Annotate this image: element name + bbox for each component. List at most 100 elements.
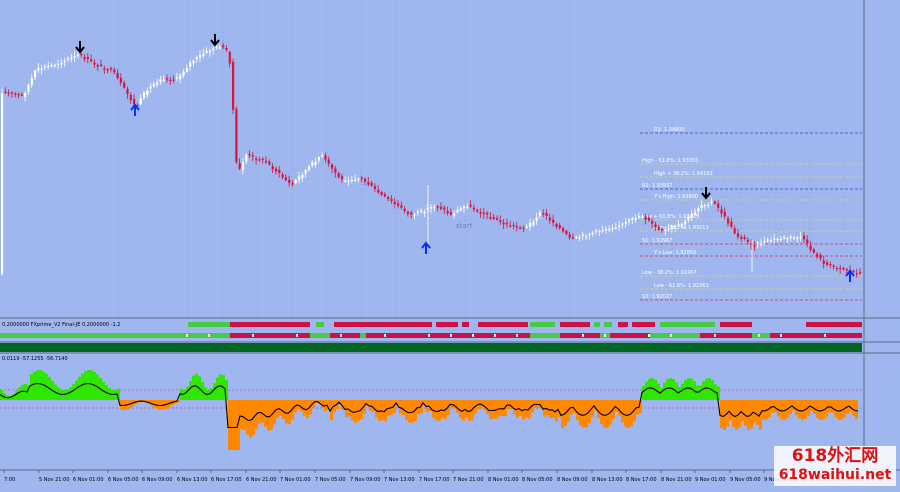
x-axis-label: 6 Nov 05:00 <box>108 477 139 483</box>
candle-body <box>340 176 344 180</box>
oscillator-bar <box>231 400 234 450</box>
oscillator-bar <box>18 387 21 400</box>
x-axis-label: 7 Nov 13:00 <box>384 477 415 483</box>
indicator-dot <box>340 334 342 337</box>
candle-body <box>347 180 350 182</box>
candle-body <box>60 63 63 65</box>
candle-body <box>281 174 284 178</box>
candle-body <box>535 217 538 222</box>
candle-body <box>502 222 505 225</box>
candle-body <box>604 229 608 231</box>
oscillator-bar <box>795 400 798 416</box>
candle-body <box>753 245 756 247</box>
candle-body <box>779 239 782 241</box>
candle-body <box>680 223 683 226</box>
candle-body <box>664 229 667 231</box>
candle-body <box>555 223 558 227</box>
candle-body <box>512 224 515 227</box>
indicator-dot <box>296 334 298 337</box>
candle-body <box>634 218 637 221</box>
x-axis-label: 8 Nov 21:00 <box>661 477 692 483</box>
oscillator-bar <box>684 380 687 400</box>
indicator-segment-red <box>334 322 432 327</box>
candle-body <box>822 260 825 264</box>
indicator-segment-red <box>366 333 470 338</box>
oscillator-bar <box>297 400 300 410</box>
candle-body <box>156 82 159 85</box>
oscillator-bar <box>369 400 372 411</box>
oscillator-bar <box>285 400 288 424</box>
candle-body <box>228 51 231 64</box>
candle-body <box>565 230 568 235</box>
indicator-segment-green <box>316 322 324 327</box>
candle-body <box>390 199 393 202</box>
candle-body <box>393 201 396 205</box>
candle-body <box>20 94 23 96</box>
candle-body <box>113 69 116 73</box>
indicator-dot <box>516 334 518 337</box>
oscillator-bar <box>375 400 378 418</box>
indicator-dot <box>208 334 210 337</box>
candle-body <box>7 92 10 94</box>
candle-body <box>558 225 561 229</box>
candle-body <box>387 196 390 200</box>
pivot-label: Low - 61.8%: 1.92363 <box>654 283 709 289</box>
pivot-label: High - 61.8%: 1.93355 <box>642 158 698 164</box>
candle-body <box>684 221 687 225</box>
candle-body <box>637 216 641 218</box>
oscillator-bar <box>408 400 411 423</box>
indicator-dot <box>604 334 606 337</box>
candle-body <box>245 155 248 162</box>
candle-body <box>806 239 809 244</box>
x-axis-label: 8 Nov 09:00 <box>557 477 588 483</box>
candle-body <box>109 68 113 70</box>
candle-body <box>608 229 611 231</box>
oscillator-bar <box>243 400 246 431</box>
oscillator-bar <box>681 384 684 400</box>
oscillator-bar <box>642 386 645 400</box>
oscillator-bar <box>381 400 384 420</box>
oscillator-bar <box>192 375 195 400</box>
oscillator-bar <box>432 400 435 419</box>
oscillator-bar <box>828 400 831 413</box>
candle-body <box>690 213 693 218</box>
indicator-segment-red <box>770 333 862 338</box>
oscillator-bar <box>687 378 690 400</box>
candle-body <box>400 205 403 208</box>
indicator-segment-red <box>470 333 530 338</box>
oscillator-bar <box>21 384 24 400</box>
x-axis-label: 9 Nov 05:00 <box>730 477 761 483</box>
price-panel <box>0 0 900 318</box>
candle-body <box>235 108 238 163</box>
candle-body <box>354 179 357 181</box>
watermark-line1: 618外汇网 <box>791 446 879 466</box>
oscillator-bar <box>501 400 504 417</box>
oscillator-bar <box>435 400 438 421</box>
indicator-segment-green <box>660 322 715 327</box>
candle-body <box>855 273 858 275</box>
candle-body <box>657 226 660 230</box>
trend-strip <box>0 343 862 352</box>
candle-body <box>208 50 212 53</box>
candle-body <box>713 201 716 204</box>
candle-body <box>53 64 56 67</box>
candle-body <box>730 221 733 227</box>
oscillator-bar <box>648 378 651 400</box>
candle-body <box>172 79 175 81</box>
candle-body <box>505 223 509 225</box>
candle-body <box>106 69 109 71</box>
candle-body <box>538 212 542 216</box>
indicator-panel <box>0 318 900 342</box>
oscillator-bar <box>87 370 90 400</box>
candle-body <box>740 236 743 239</box>
oscillator-bar <box>246 400 249 435</box>
candle-body <box>703 205 707 207</box>
candle-body <box>103 68 106 70</box>
candle-body <box>575 236 578 239</box>
candle-body <box>284 177 287 181</box>
indicator-segment-green <box>604 322 612 327</box>
candle-body <box>314 161 317 166</box>
candle-body <box>624 221 627 224</box>
candle-body <box>73 55 76 58</box>
candle-body <box>674 226 677 228</box>
